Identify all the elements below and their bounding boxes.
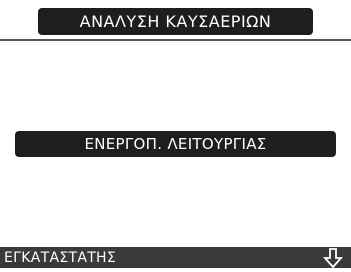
header-bar: ΑΝΑΛΥΣΗ ΚΑΥΣΑΕΡΙΩΝ xyxy=(0,0,351,40)
arrow-down-icon[interactable] xyxy=(322,248,344,269)
menu-item-activate-operation[interactable]: ΕΝΕΡΓΟΠ. ΛΕΙΤΟΥΡΓΙΑΣ xyxy=(15,131,336,157)
page-title: ΑΝΑΛΥΣΗ ΚΑΥΣΑΕΡΙΩΝ xyxy=(38,8,313,35)
header-divider xyxy=(0,39,351,41)
footer-left-softkey[interactable]: ΕΓΚΑΤΑΣΤΑΤΗΣ xyxy=(4,249,116,268)
footer-bar: ΕΓΚΑΤΑΣΤΑΤΗΣ xyxy=(0,247,351,269)
